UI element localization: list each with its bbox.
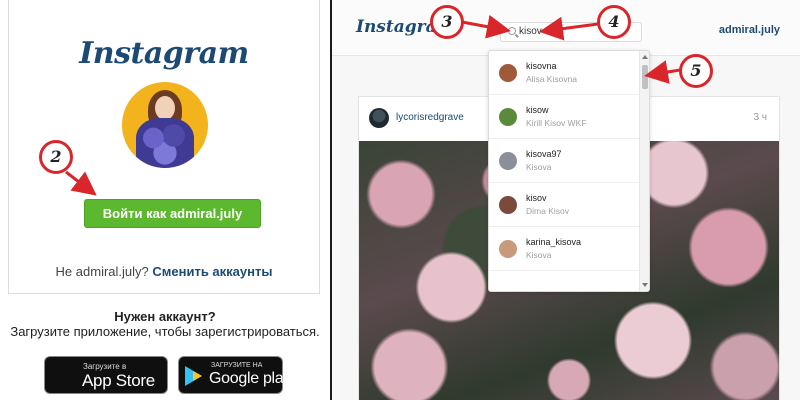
result-fullname: Kisova: [526, 250, 552, 260]
login-panel: Instagram Войти как admiral.july Не admi…: [0, 0, 330, 400]
profile-avatar: [122, 82, 208, 168]
search-results-dropdown: kisovna Alisa Kisovna kisow Kirill Kisov WK…: [488, 50, 650, 292]
search-result-item[interactable]: kisova97 Kisova: [489, 139, 639, 183]
switch-accounts-line: Не admiral.july? Сменить аккаунты: [9, 264, 319, 279]
search-result-item[interactable]: karina_kisova Kisova: [489, 227, 639, 271]
app-store-small-text: Загрузите в: [83, 362, 127, 371]
result-username: kisovna: [526, 61, 557, 71]
result-avatar: [499, 108, 517, 126]
annotation-marker-4: 4: [597, 5, 631, 39]
search-icon: [508, 27, 516, 35]
search-result-item[interactable]: kisovna Alisa Kisovna: [489, 51, 639, 95]
screenshot-frame: Instagram Войти как admiral.july Не admi…: [0, 0, 800, 400]
search-result-item[interactable]: kisov Dima Kisov: [489, 183, 639, 227]
app-store-badge[interactable]: Загрузите в App Store: [44, 356, 168, 394]
google-play-small-text: ЗАГРУЗИТЕ НА: [211, 362, 263, 369]
result-fullname: Kisova: [526, 162, 552, 172]
result-avatar: [499, 196, 517, 214]
login-as-button[interactable]: Войти как admiral.july: [84, 199, 261, 228]
profile-link[interactable]: admiral.july: [719, 24, 780, 36]
scroll-up-arrow-icon[interactable]: [642, 55, 648, 59]
result-username: kisov: [526, 193, 547, 203]
result-avatar: [499, 64, 517, 82]
result-fullname: Alisa Kisovna: [526, 74, 578, 84]
post-timestamp: 3 ч: [753, 112, 767, 123]
search-result-item-partial[interactable]: [489, 271, 639, 291]
result-avatar: [499, 152, 517, 170]
google-play-big-text: Google play: [209, 370, 292, 387]
dropdown-scrollbar[interactable]: [639, 51, 649, 291]
need-account-heading: Нужен аккаунт?: [114, 309, 216, 324]
install-app-text: Загрузите приложение, чтобы зарегистриро…: [10, 324, 320, 339]
result-fullname: Dima Kisov: [526, 206, 569, 216]
feed-panel: Instagram kisov admiral.july lycorisredg…: [332, 0, 800, 400]
post-avatar[interactable]: [369, 108, 389, 128]
result-fullname: Kirill Kisov WKF: [526, 118, 587, 128]
post-username[interactable]: lycorisredgrave: [396, 112, 464, 123]
annotation-marker-5: 5: [679, 54, 713, 88]
instagram-logo: Instagram: [79, 36, 249, 71]
scroll-thumb[interactable]: [642, 65, 648, 89]
annotation-marker-3: 3: [430, 5, 464, 39]
annotation-marker-2: 2: [39, 140, 73, 174]
result-username: kisow: [526, 105, 549, 115]
scroll-down-arrow-icon[interactable]: [642, 283, 648, 287]
app-store-big-text: App Store: [82, 371, 155, 390]
google-play-badge[interactable]: ЗАГРУЗИТЕ НА Google play: [178, 356, 291, 394]
top-nav-bar: Instagram kisov admiral.july: [332, 0, 800, 56]
result-username: karina_kisova: [526, 237, 582, 247]
search-query: kisov: [519, 26, 542, 37]
result-username: kisova97: [526, 149, 562, 159]
switch-accounts-link[interactable]: Сменить аккаунты: [152, 264, 272, 279]
result-avatar: [499, 240, 517, 258]
search-result-item[interactable]: kisow Kirill Kisov WKF: [489, 95, 639, 139]
not-user-text: Не admiral.july?: [55, 264, 149, 279]
